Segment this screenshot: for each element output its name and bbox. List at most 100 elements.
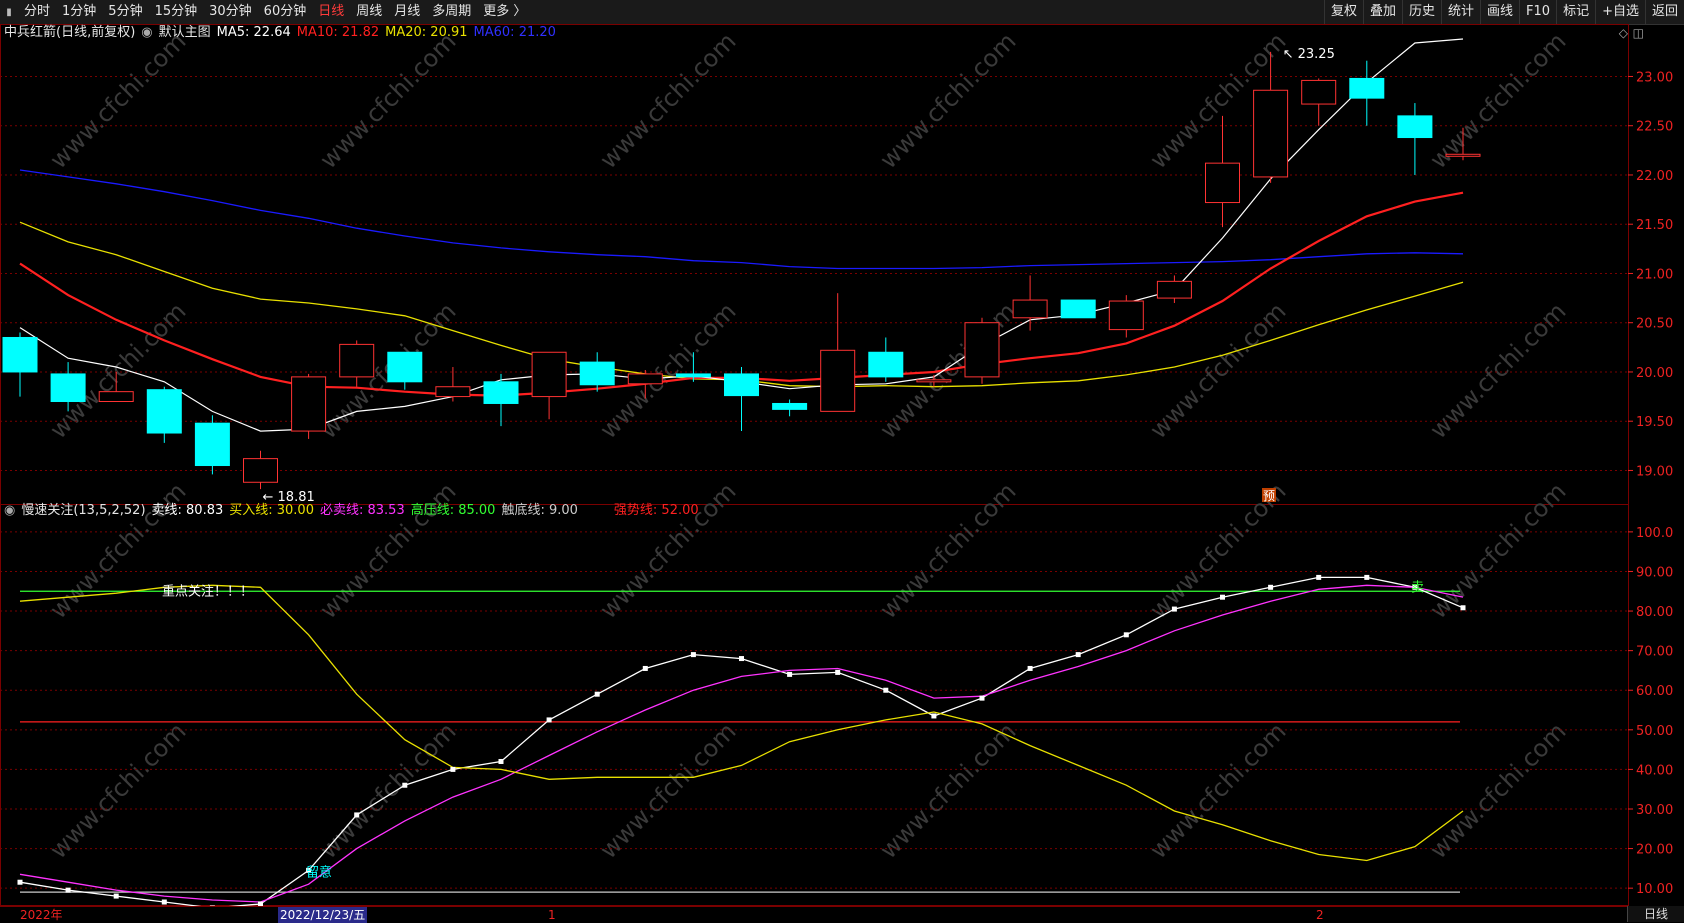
sub-axis-label: 50.00 [1636,724,1673,739]
candle-down [1349,77,1385,99]
candle-up [964,322,1000,378]
sell-line-dot [402,782,408,788]
candle-up [1156,280,1192,299]
date-month-1: 1 [548,908,556,922]
date-month-2: 2 [1316,908,1324,922]
kline-chart[interactable]: www.cfchi.com www.cfchi.com www.cfchi.com w… [0,0,1684,922]
candle-up [1253,89,1289,178]
buy-line [19,584,1464,862]
sub-axis-label: 60.00 [1636,684,1673,699]
watermark-text: www.cfchi.com [1424,297,1571,444]
candle-up [98,391,134,403]
sell-line-dot [161,899,167,905]
watermark-text: www.cfchi.com [314,477,461,624]
stock-name[interactable]: 中兵红箭(日线,前复权) [4,24,135,42]
must-sell-value: 必卖线: 83.53 [319,503,405,518]
candle-down [579,361,615,386]
candle-down [1060,299,1096,319]
watermark-text: www.cfchi.com [874,717,1021,864]
candle-up [916,379,952,383]
candle-down [724,373,759,397]
sub-axis-label: 40.00 [1636,763,1673,778]
date-selected: 2022/12/23/五 [278,907,368,923]
watermark-text: www.cfchi.com [1144,717,1291,864]
watermark-text: www.cfchi.com [874,27,1021,174]
candle-up [1445,153,1481,157]
watermark-text: www.cfchi.com [314,717,461,864]
sub-axis-label: 10.00 [1636,882,1673,897]
sell-line-dot [1123,632,1129,638]
sell-line-dot [17,879,23,885]
period-corner-label[interactable]: 日线 [1627,906,1684,922]
sell-line-dot [450,766,456,772]
sell-line-dot [1316,574,1322,580]
notice-annotation: 留意 [306,864,332,880]
main-axis-label: 19.00 [1636,464,1673,479]
sell-line-dot [594,691,600,697]
sell-line-dot [931,713,937,719]
candle-up [291,376,327,432]
sell-line-dot [1027,665,1033,671]
sub-legend: ◉ 慢速关注(13,5,2,52) 卖线: 80.83 买入线: 30.00 必… [4,502,699,520]
sell-line-dot [739,656,744,662]
sell-line-dot [65,887,71,893]
main-axis-label: 21.00 [1636,267,1673,282]
candle-down [387,351,423,383]
sell-line-dot [1460,605,1466,611]
gear-icon[interactable]: ◉ [141,24,152,42]
candle-down [772,402,808,410]
sell-line-dot [1268,584,1274,590]
sell-line-dot [1075,652,1081,658]
close-icon[interactable]: ◉ [4,502,15,520]
window-toggle-icon[interactable]: ◫ [1633,26,1644,40]
main-legend: 中兵红箭(日线,前复权) ◉ 默认主图 MA5: 22.64 MA10: 21.… [4,24,556,42]
candle-down [675,373,711,378]
ma20-value: MA20: 20.91 [385,25,468,40]
focus-annotation: 重点关注！！！ [162,583,253,599]
sub-axis-label: 80.00 [1636,605,1673,620]
candle-up [1108,300,1144,331]
sell-line-dot [690,652,696,658]
watermark-text: www.cfchi.com [44,717,191,864]
watermark-text: www.cfchi.com [1424,717,1571,864]
indicator-name[interactable]: 慢速关注(13,5,2,52) [21,502,145,520]
sell-line-dot [1171,606,1177,612]
ma5-value: MA5: 22.64 [216,25,291,40]
watermark-text: www.cfchi.com [1144,297,1291,444]
sell-line-dot [835,669,841,675]
sub-axis-label: 100.0 [1636,526,1673,541]
sell-line-dot [1220,594,1225,600]
candle-down [50,373,86,403]
watermark-text: www.cfchi.com [594,27,741,174]
candle-up [1012,299,1048,319]
ma60-value: MA60: 21.20 [473,25,556,40]
sell-line-dot [498,758,504,764]
sell-line-dot [883,687,889,693]
candle-up [339,343,375,378]
diamond-icon[interactable]: ◇ [1619,26,1628,40]
sell-line-dot [354,812,360,818]
main-axis-label: 20.50 [1636,317,1673,332]
watermark-text: www.cfchi.com [314,27,461,174]
forecast-marker-label: 预 [1263,489,1275,503]
ma20-line [19,221,1464,388]
candle-up [1301,79,1337,105]
sell-line-dot [787,671,793,677]
sell-line-dot [642,665,648,671]
bottom-line-value: 触底线: 9.00 [501,503,578,518]
sell-line-dot [1364,574,1370,580]
strong-line-value: 强势线: 52.00 [613,503,699,518]
ma60-line [19,169,1464,270]
candle-up [435,386,471,398]
date-year-label: 2022年 [20,908,63,922]
candle-down [868,351,904,378]
watermark-text: www.cfchi.com [594,717,741,864]
watermark-text: www.cfchi.com [1424,477,1571,624]
main-axis-label: 22.00 [1636,169,1673,184]
date-axis: 2022年 2022/12/23/五 1 2 [0,906,1684,923]
chart-template-name[interactable]: 默认主图 [159,24,211,42]
main-axis-label: 19.50 [1636,415,1673,430]
candle-up [1205,162,1240,204]
sell-line-value: 卖线: 80.83 [151,503,224,518]
watermark-text: www.cfchi.com [594,477,741,624]
